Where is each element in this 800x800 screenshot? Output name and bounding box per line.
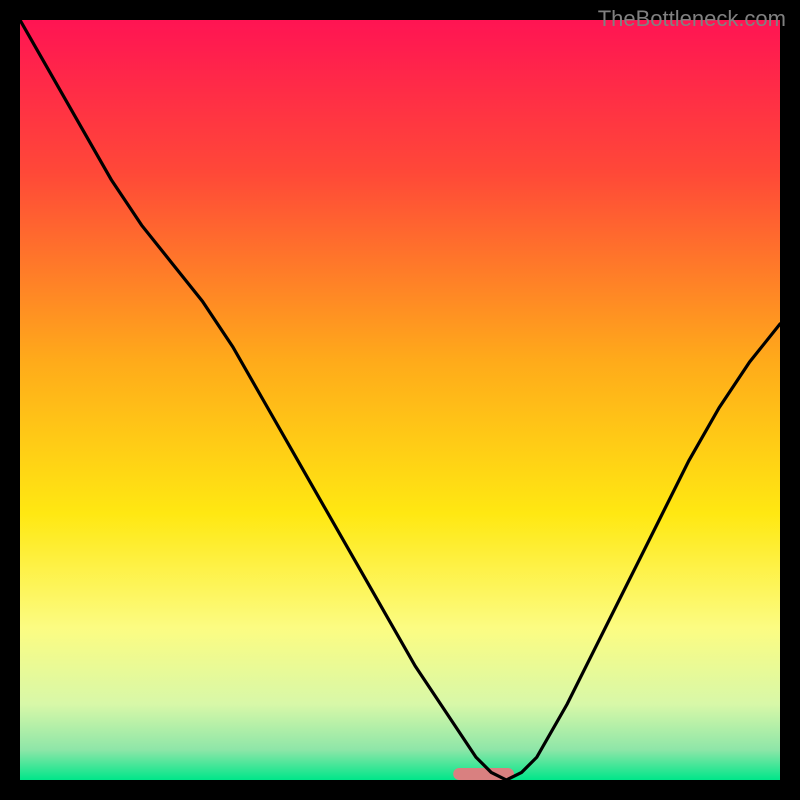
chart-frame: TheBottleneck.com (0, 0, 800, 800)
bottleneck-chart (20, 20, 780, 780)
gradient-background (20, 20, 780, 780)
watermark-text: TheBottleneck.com (598, 6, 786, 32)
plot-area (20, 20, 780, 780)
